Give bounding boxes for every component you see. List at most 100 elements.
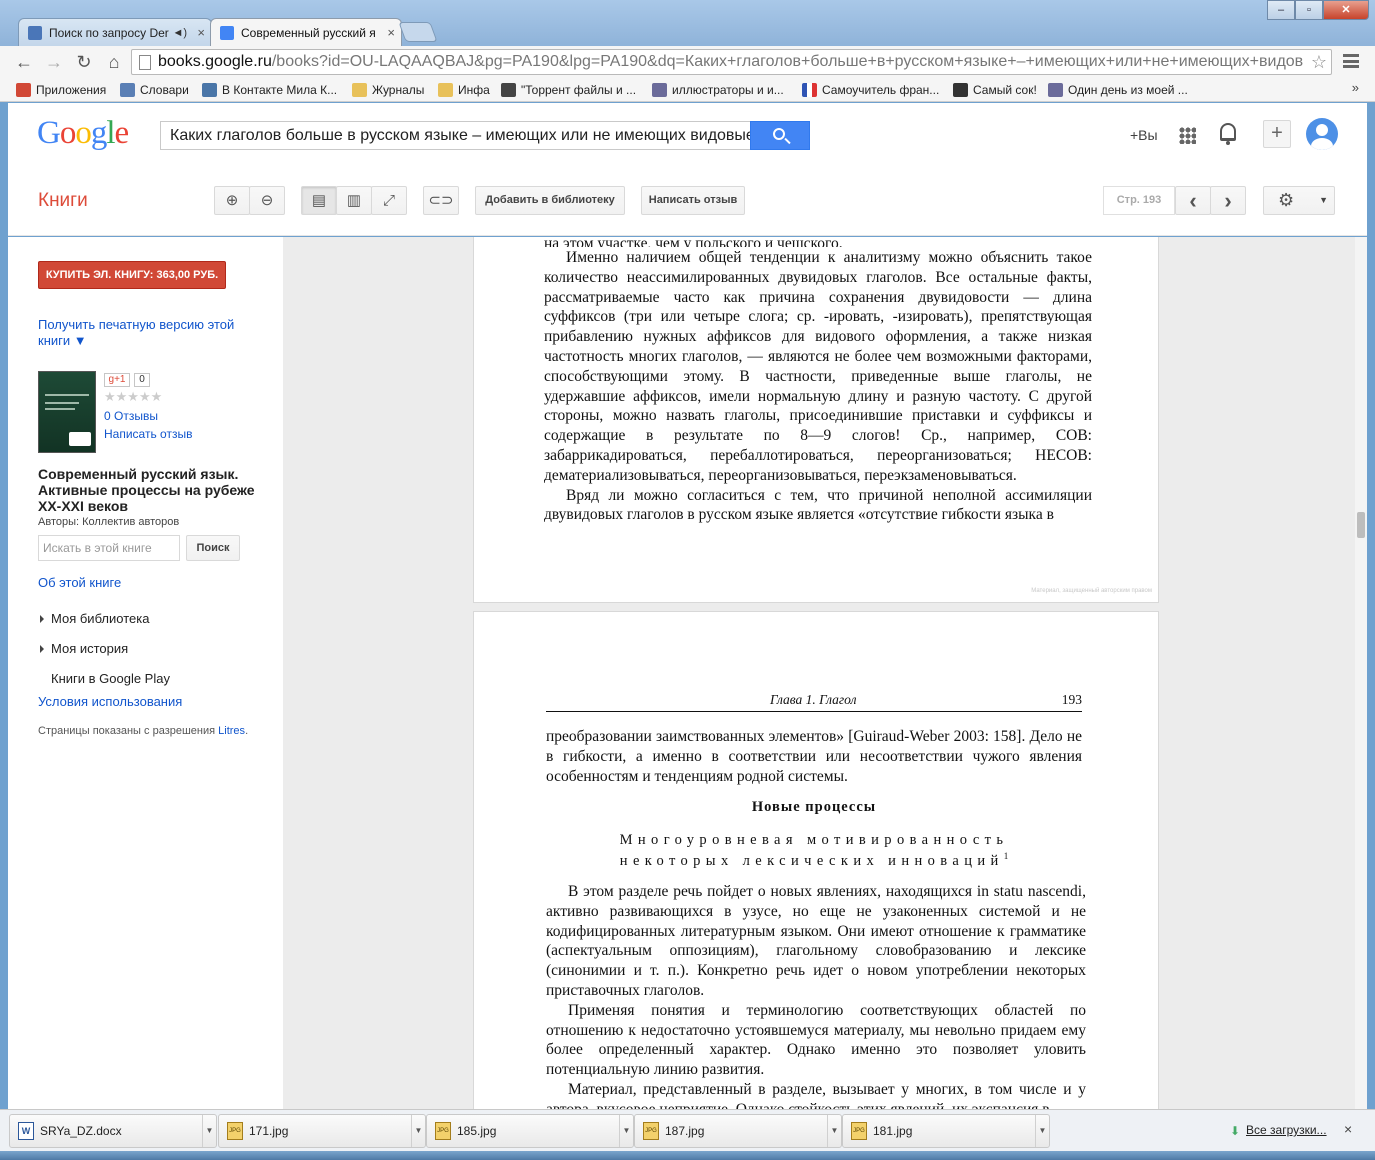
avatar[interactable]: [1306, 118, 1338, 150]
rating-stars: ★★★★★: [104, 389, 163, 404]
settings-button[interactable]: ⚙ ▼: [1263, 186, 1335, 215]
terms-link[interactable]: Условия использования: [38, 694, 182, 709]
reviews-link[interactable]: 0 Отзывы: [104, 409, 158, 423]
download-item[interactable]: JPG 181.jpg ▼: [842, 1114, 1050, 1148]
bookmark-label: Словари: [140, 83, 189, 97]
chapter-title: Глава 1. Глагол: [770, 692, 857, 707]
search-in-book-input[interactable]: Искать в этой книге: [38, 535, 180, 561]
chevron-down-icon[interactable]: ▼: [619, 1115, 633, 1147]
download-item[interactable]: JPG 187.jpg ▼: [634, 1114, 842, 1148]
zoom-out-button[interactable]: ⊖: [249, 186, 285, 215]
my-library-link[interactable]: Моя библиотека: [38, 611, 149, 626]
about-book-link[interactable]: Об этой книге: [38, 575, 121, 590]
write-review-link[interactable]: Написать отзыв: [104, 427, 192, 441]
menu-icon[interactable]: [1343, 54, 1359, 68]
bookmark-label: иллюстраторы и и...: [672, 83, 784, 97]
download-item[interactable]: JPG 171.jpg ▼: [218, 1114, 426, 1148]
bookmark-item[interactable]: Словари: [120, 81, 189, 99]
dictionary-icon: [120, 83, 135, 97]
bookmark-item[interactable]: "Торрент файлы и ...: [501, 81, 636, 99]
google-search-input[interactable]: Каких глаголов больше в русском языке – …: [160, 121, 751, 150]
close-tab-icon[interactable]: ×: [387, 19, 395, 46]
jpg-file-icon: JPG: [227, 1122, 243, 1140]
book-sidebar: КУПИТЬ ЭЛ. КНИГУ: 363,00 РУБ. Получить п…: [8, 237, 283, 1109]
download-item[interactable]: JPG 185.jpg ▼: [426, 1114, 634, 1148]
book-viewer[interactable]: на этом участке, чем у польского и чешск…: [283, 237, 1355, 1109]
intro-text: преобразовании заимствованных элементов»…: [546, 728, 1082, 785]
print-version-link[interactable]: Получить печатную версию этой книги ▼: [38, 317, 248, 349]
litres-link[interactable]: Litres: [218, 725, 245, 737]
plus-you-link[interactable]: +Вы: [1130, 127, 1158, 143]
bookmark-item[interactable]: В Контакте Мила К...: [202, 81, 337, 99]
my-history-link[interactable]: Моя история: [38, 641, 128, 656]
search-in-book-button[interactable]: Поиск: [186, 535, 240, 561]
download-name: 185.jpg: [457, 1124, 497, 1138]
new-tab-button[interactable]: [398, 22, 438, 42]
all-downloads-link[interactable]: ⬇ Все загрузки...: [1230, 1123, 1327, 1138]
chevron-down-icon[interactable]: ▼: [1035, 1115, 1049, 1147]
bookmark-item[interactable]: иллюстраторы и и...: [652, 81, 784, 99]
book-page: на этом участке, чем у польского и чешск…: [473, 237, 1159, 603]
copyright-watermark: Материал, защищенный авторским правом: [1031, 588, 1152, 594]
bookmark-item[interactable]: Самоучитель фран...: [802, 81, 939, 99]
back-button[interactable]: ←: [12, 50, 36, 74]
chevron-down-icon[interactable]: ▼: [202, 1115, 216, 1147]
google-favicon-icon: [220, 26, 234, 40]
single-page-button[interactable]: ▤: [301, 186, 337, 215]
address-bar[interactable]: books.google.ru/books?id=OU-LAQAAQBAJ&pg…: [131, 49, 1332, 75]
link-button[interactable]: ⊂⊃: [423, 186, 459, 215]
bookmark-star-icon[interactable]: ☆: [1306, 50, 1327, 74]
next-page-button[interactable]: ›: [1210, 186, 1246, 215]
bookmark-item[interactable]: Инфа: [438, 81, 490, 99]
apps-grid-icon[interactable]: [1179, 127, 1196, 144]
permission-note: Страницы показаны с разрешения Litres.: [38, 725, 248, 737]
subsection-title-text: некоторых лексических инноваций: [619, 852, 1004, 869]
google-header: Google Каких глаголов больше в русском я…: [8, 103, 1367, 167]
bookmarks-more-button[interactable]: »: [1352, 80, 1359, 95]
forward-button[interactable]: →: [42, 50, 66, 74]
bookmarks-bar: Приложения Словари В Контакте Мила К... …: [0, 78, 1375, 102]
close-downloads-button[interactable]: ×: [1344, 1121, 1352, 1137]
chevron-down-icon: ▼: [1319, 195, 1328, 205]
books-title[interactable]: Книги: [38, 190, 88, 212]
maximize-button[interactable]: ▫: [1295, 0, 1323, 20]
notifications-bell-icon[interactable]: [1220, 123, 1236, 145]
write-review-button[interactable]: Написать отзыв: [641, 186, 745, 215]
add-to-library-button[interactable]: Добавить в библиотеку: [475, 186, 625, 215]
google-logo[interactable]: Google: [37, 115, 129, 152]
word-doc-icon: W: [18, 1122, 34, 1140]
book-cover[interactable]: [38, 371, 96, 453]
tab-search[interactable]: Поиск по запросу Der ◄) ×: [18, 18, 212, 46]
google-play-books-link[interactable]: Книги в Google Play: [38, 671, 170, 686]
tab-book[interactable]: Современный русский я ×: [210, 18, 402, 46]
close-window-button[interactable]: ✕: [1323, 0, 1369, 20]
bookmark-item[interactable]: Приложения: [16, 81, 106, 99]
buy-ebook-button[interactable]: КУПИТЬ ЭЛ. КНИГУ: 363,00 РУБ.: [38, 261, 226, 289]
download-name: SRYa_DZ.docx: [40, 1124, 122, 1138]
page-number-input[interactable]: Стр. 193: [1103, 186, 1175, 215]
folder-icon: [352, 83, 367, 97]
download-item[interactable]: W SRYa_DZ.docx ▼: [9, 1114, 217, 1148]
zoom-in-button[interactable]: ⊕: [214, 186, 250, 215]
share-button[interactable]: +: [1263, 120, 1291, 148]
chevron-down-icon[interactable]: ▼: [827, 1115, 841, 1147]
home-button[interactable]: ⌂: [102, 50, 126, 74]
reload-button[interactable]: ↻: [72, 50, 96, 74]
bookmark-item[interactable]: Один день из моей ...: [1048, 81, 1188, 99]
chevron-down-icon[interactable]: ▼: [411, 1115, 425, 1147]
prev-page-button[interactable]: ‹: [1175, 186, 1211, 215]
bookmark-item[interactable]: Самый сок!: [953, 81, 1037, 99]
fullscreen-icon: ⤢: [382, 192, 395, 209]
google-search-button[interactable]: [750, 121, 810, 150]
gplus-button[interactable]: g+1: [104, 373, 130, 387]
close-tab-icon[interactable]: ×: [197, 19, 205, 46]
bookmark-item[interactable]: Журналы: [352, 81, 424, 99]
bookmark-label: Самый сок!: [973, 83, 1037, 97]
jpg-file-icon: JPG: [435, 1122, 451, 1140]
fullscreen-button[interactable]: ⤢: [371, 186, 407, 215]
cut-line: на этом участке, чем у польского и чешск…: [544, 237, 843, 247]
two-page-button[interactable]: ▥: [336, 186, 372, 215]
minimize-button[interactable]: –: [1267, 0, 1295, 20]
scrollbar-thumb[interactable]: [1357, 512, 1365, 538]
viewer-scrollbar[interactable]: [1355, 237, 1367, 1109]
